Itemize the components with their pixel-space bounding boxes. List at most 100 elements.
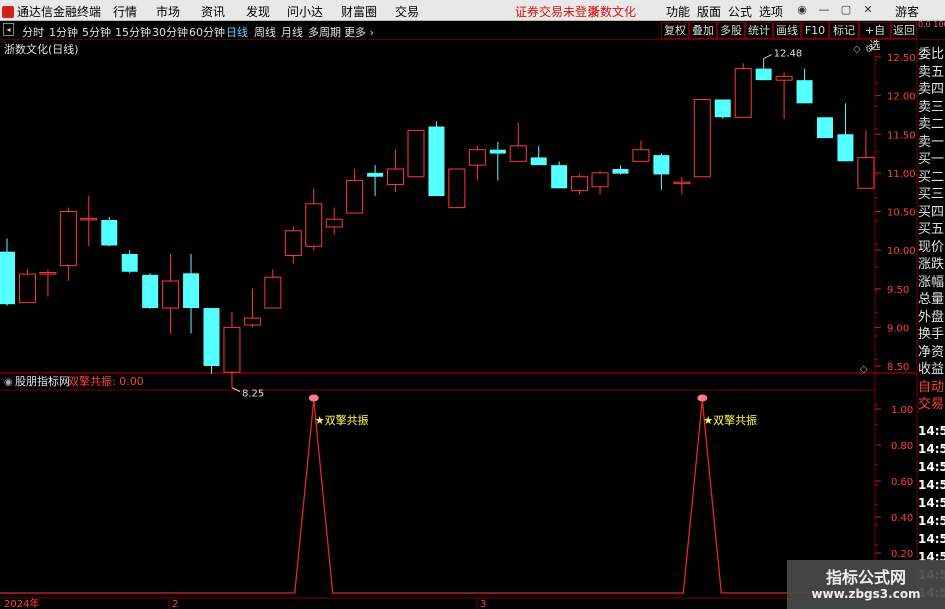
period-tab-active[interactable]: 日线 [226,24,248,40]
minimize-icon[interactable]: — [816,2,832,18]
toolbar-button[interactable]: F10 [801,22,829,39]
login-notice[interactable]: 证券交易未登录 [515,3,599,20]
indicator-formula: 双擎共振: 0.00 [68,374,144,388]
menu-item[interactable]: 公式 [728,3,752,20]
period-tab[interactable]: 多周期 [308,24,341,40]
candle-body-up [223,326,241,373]
toolbar-button[interactable]: 多股 [717,22,745,39]
toolbar-button[interactable]: 复权 [661,22,689,39]
maximize-icon[interactable]: ▢ [838,2,854,18]
period-toolbar: ◂ 分时 1分钟 5分钟 15分钟 30分钟 60分钟 日线 周线 月线 多周期… [0,21,945,52]
indicator-tick-label: 0.40 [891,513,913,524]
watermark-title: 指标公式网 [825,568,906,587]
candle-body-down [796,80,813,104]
menu-item[interactable]: 问小达 [287,3,323,20]
side-item[interactable]: 卖五 [918,64,945,82]
side-item[interactable]: 买二 [918,169,945,187]
side-item[interactable]: 净资 [918,344,945,362]
menu-item[interactable]: 资讯 [201,3,225,20]
candle-body-up [857,156,875,189]
side-item[interactable]: 委比 [918,46,945,64]
candle-body-up [509,145,527,162]
candle-body-up [632,149,650,162]
side-item[interactable]: 卖一 [918,134,945,152]
toolbar-button[interactable]: 统计 [745,22,773,39]
candle-body-down [530,157,547,166]
candle-body-up [39,272,57,275]
toolbar-button[interactable]: 画线 [773,22,801,39]
toolbar-button[interactable]: 叠加 [689,22,717,39]
toolbar-button[interactable]: 标记 [829,22,859,39]
menu-item[interactable]: 版面 [697,3,721,20]
period-tab[interactable]: 60分钟 [189,24,225,40]
signal-label: ★双擎共振 [315,413,369,427]
period-tab[interactable]: 1分钟 [49,24,78,40]
signal-marker [697,394,708,402]
settings-icon: ◇ [853,44,861,55]
close-icon[interactable]: ✕ [860,2,876,18]
side-item[interactable]: 收益 [918,361,945,379]
candle-body-up [59,211,77,267]
menu-item[interactable]: 功能 [666,3,690,20]
indicator-tick-label: 1.00 [891,405,913,416]
side-item[interactable]: 外盘 [918,309,945,327]
menu-item[interactable]: 财富圈 [341,3,377,20]
price-tick-label: 9.50 [887,285,909,296]
watermark-logo: 指标公式网 www.zbgs3.com [787,560,945,609]
side-item[interactable]: 涨跌 [918,256,945,274]
period-tab[interactable]: 分时 [22,24,44,40]
price-tick-label: 8.50 [887,362,909,373]
side-item[interactable]: 买四 [918,204,945,222]
side-item[interactable]: 卖二 [918,116,945,134]
toolbar-button[interactable]: 返回 [891,22,917,39]
app-title[interactable]: 通达信金融终端 [2,3,101,20]
candle-body-down [817,117,833,139]
indicator-toggle-icon: ◉ [4,377,13,388]
side-time: 14:56 [918,532,945,546]
side-item[interactable]: 总量 [918,291,945,309]
menu-item[interactable]: 发现 [246,3,270,20]
candle-body-up [448,168,466,209]
indicator-tick-label: 0.60 [891,477,913,488]
candle-body-down [183,273,200,309]
settings-icon: ◇ [860,364,868,375]
signal-marker [308,394,319,402]
side-item[interactable]: 买三 [918,186,945,204]
candle-body-up [673,181,691,185]
side-quote-panel: 委比 卖五 卖四 卖三 卖二 卖一 买一 买二 买三 买四 买五 现价 涨跌 涨幅 总量 外盘 换手 净资 收益 自动… [918,46,945,414]
skin-icon[interactable]: ◉ [794,2,810,18]
toolbar-button[interactable]: +自选 [859,22,891,52]
menu-bar: 通达信金融终端 行情 市场 资讯 发现 问小达 财富圈 交易 证券交易未登录 浙… [0,0,945,21]
toggle-icon[interactable]: ◂ [3,23,14,36]
side-item[interactable]: 卖三 [918,99,945,117]
candle-body-down [203,308,220,366]
candle-body-up [571,176,589,192]
menu-item[interactable]: 交易 [395,3,419,20]
period-tab[interactable]: 5分钟 [82,24,111,40]
more-periods[interactable]: 更多 › [344,24,374,40]
menu-item[interactable]: 市场 [156,3,180,20]
side-item[interactable]: 换手 [918,326,945,344]
price-tick-label: 9.00 [887,323,909,334]
watermark-url: www.zbgs3.com [811,587,921,601]
side-item[interactable]: 交易 [918,396,945,414]
guest-label[interactable]: 游客 [895,3,919,20]
side-code: 0.0 1000 [918,21,945,29]
period-tab[interactable]: 周线 [254,24,276,40]
candle-body-down [551,165,568,189]
menu-item[interactable]: 选项 [759,3,783,20]
side-item[interactable]: 自动 [918,379,945,397]
side-item[interactable]: 涨幅 [918,274,945,292]
side-item[interactable]: 买一 [918,151,945,169]
period-tab[interactable]: 月线 [281,24,303,40]
candle-body-down [755,68,772,81]
side-item[interactable]: 卖四 [918,81,945,99]
side-item[interactable]: 现价 [918,239,945,257]
menu-item[interactable]: 行情 [113,3,137,20]
period-tab[interactable]: 15分钟 [115,24,151,40]
candle-body-up [346,180,364,214]
price-tick-label: 10.00 [887,246,916,257]
price-tick-label: 12.50 [887,53,916,64]
side-item[interactable]: 买五 [918,221,945,239]
period-tab[interactable]: 30分钟 [152,24,188,40]
